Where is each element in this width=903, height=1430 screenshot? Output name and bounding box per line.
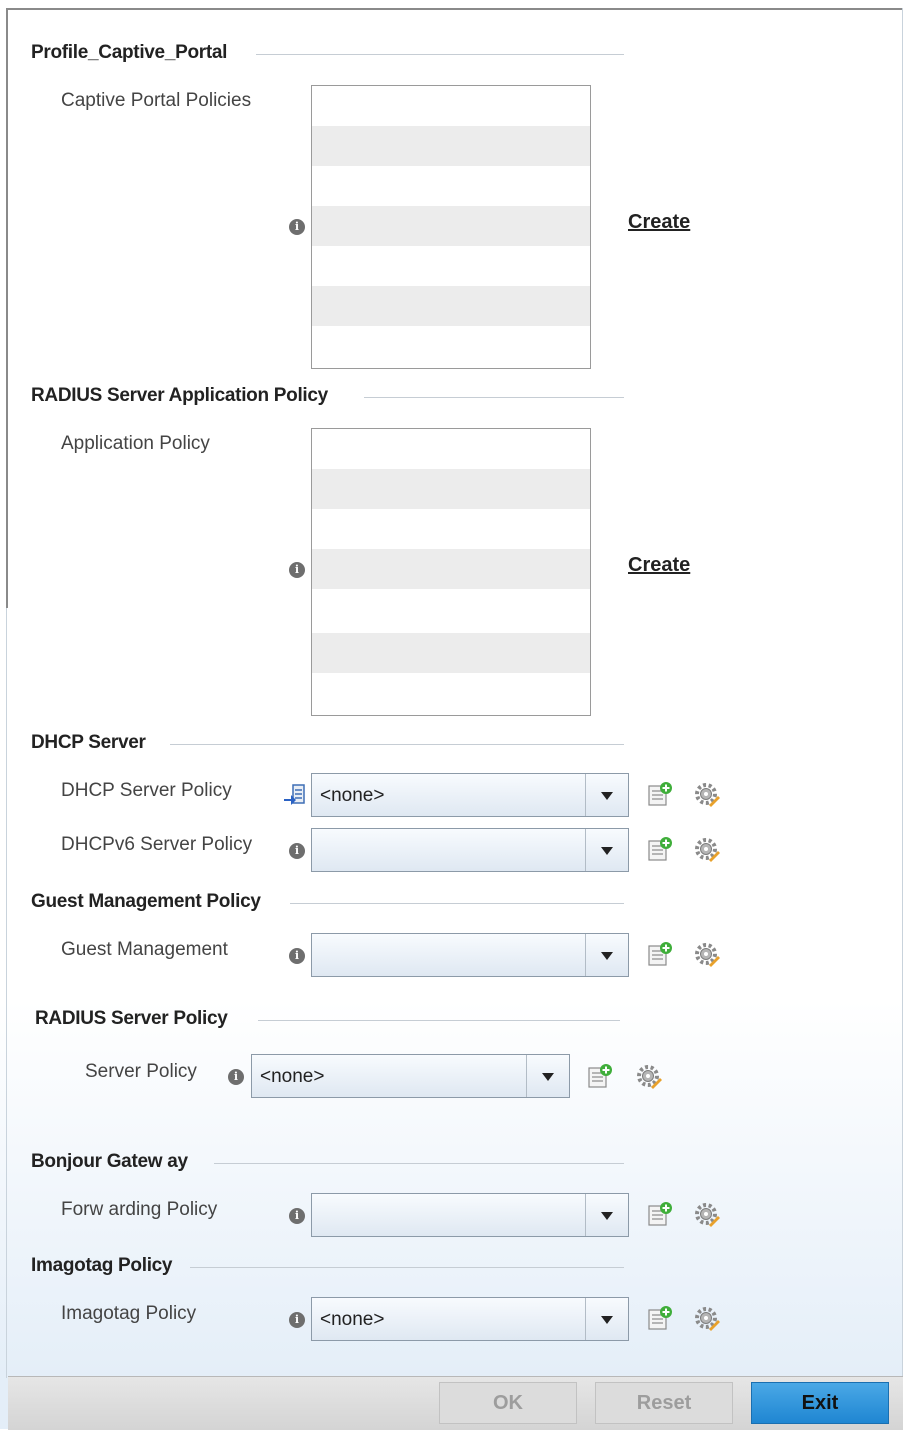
server-policy-select[interactable]: <none> bbox=[251, 1054, 570, 1098]
reset-button[interactable]: Reset bbox=[595, 1382, 733, 1424]
left-border-lower bbox=[6, 608, 7, 1378]
section-title-guest: Guest Management Policy bbox=[31, 891, 261, 912]
section-divider bbox=[364, 397, 624, 398]
mapping-icon[interactable] bbox=[282, 783, 308, 809]
add-policy-icon[interactable] bbox=[647, 1201, 673, 1227]
guest-management-label: Guest Management bbox=[61, 939, 228, 960]
info-icon: i bbox=[289, 948, 305, 964]
section-title-bonjour: Bonjour Gatew ay bbox=[31, 1151, 188, 1172]
edit-settings-icon[interactable] bbox=[694, 781, 720, 807]
section-title-imagotag: Imagotag Policy bbox=[31, 1255, 173, 1276]
section-divider bbox=[190, 1267, 624, 1268]
dhcp-server-policy-select[interactable]: <none> bbox=[311, 773, 629, 817]
section-divider bbox=[258, 1020, 620, 1021]
dhcp-server-policy-label: DHCP Server Policy bbox=[61, 780, 232, 801]
selected-value: <none> bbox=[320, 1309, 385, 1330]
edit-settings-icon[interactable] bbox=[636, 1063, 662, 1089]
edit-settings-icon[interactable] bbox=[694, 1305, 720, 1331]
info-icon: i bbox=[289, 1208, 305, 1224]
section-divider bbox=[214, 1163, 624, 1164]
list-row[interactable] bbox=[312, 469, 590, 509]
info-icon: i bbox=[289, 1312, 305, 1328]
application-policy-list[interactable] bbox=[311, 428, 591, 716]
list-row[interactable] bbox=[312, 126, 590, 166]
guest-management-select[interactable] bbox=[311, 933, 629, 977]
add-policy-icon[interactable] bbox=[647, 781, 673, 807]
create-application-policy-link[interactable]: Create bbox=[628, 554, 690, 577]
chevron-down-icon[interactable] bbox=[585, 1298, 628, 1340]
add-policy-icon[interactable] bbox=[587, 1063, 613, 1089]
dhcpv6-server-policy-label: DHCPv6 Server Policy bbox=[61, 834, 253, 855]
list-row[interactable] bbox=[312, 206, 590, 246]
edit-settings-icon[interactable] bbox=[694, 941, 720, 967]
exit-button[interactable]: Exit bbox=[751, 1382, 889, 1424]
server-policy-label: Server Policy bbox=[85, 1061, 197, 1082]
chevron-down-icon[interactable] bbox=[585, 774, 628, 816]
edit-settings-icon[interactable] bbox=[694, 836, 720, 862]
list-row[interactable] bbox=[312, 286, 590, 326]
section-title-captive-portal: Profile_Captive_Portal bbox=[31, 42, 228, 63]
list-row[interactable] bbox=[312, 549, 590, 589]
chevron-down-icon[interactable] bbox=[585, 1194, 628, 1236]
chevron-down-icon[interactable] bbox=[526, 1055, 569, 1097]
info-icon: i bbox=[289, 562, 305, 578]
list-row[interactable] bbox=[312, 633, 590, 673]
imagotag-policy-select[interactable]: <none> bbox=[311, 1297, 629, 1341]
section-divider bbox=[256, 54, 624, 55]
forwarding-policy-select[interactable] bbox=[311, 1193, 629, 1237]
add-policy-icon[interactable] bbox=[647, 941, 673, 967]
add-policy-icon[interactable] bbox=[647, 1305, 673, 1331]
chevron-down-icon[interactable] bbox=[585, 829, 628, 871]
captive-portal-policies-label: Captive Portal Policies bbox=[61, 90, 252, 111]
left-border bbox=[6, 8, 8, 608]
application-policy-label: Application Policy bbox=[61, 433, 210, 454]
add-policy-icon[interactable] bbox=[647, 836, 673, 862]
chevron-down-icon[interactable] bbox=[585, 934, 628, 976]
section-title-radius-app: RADIUS Server Application Policy bbox=[31, 385, 328, 406]
captive-portal-policies-list[interactable] bbox=[311, 85, 591, 369]
selected-value: <none> bbox=[320, 785, 385, 806]
dialog-footer: OK Reset Exit bbox=[8, 1376, 903, 1430]
section-title-dhcp: DHCP Server bbox=[31, 732, 146, 753]
ok-button[interactable]: OK bbox=[439, 1382, 577, 1424]
edit-settings-icon[interactable] bbox=[694, 1201, 720, 1227]
section-title-radius-server: RADIUS Server Policy bbox=[35, 1008, 228, 1029]
forwarding-policy-label: Forw arding Policy bbox=[61, 1199, 218, 1220]
info-icon: i bbox=[289, 219, 305, 235]
dhcpv6-server-policy-select[interactable] bbox=[311, 828, 629, 872]
selected-value: <none> bbox=[260, 1066, 325, 1087]
create-captive-portal-link[interactable]: Create bbox=[628, 211, 690, 234]
imagotag-policy-label: Imagotag Policy bbox=[61, 1303, 197, 1324]
section-divider bbox=[290, 903, 624, 904]
info-icon: i bbox=[228, 1069, 244, 1085]
section-divider bbox=[170, 744, 624, 745]
info-icon: i bbox=[289, 843, 305, 859]
top-border bbox=[8, 8, 903, 10]
